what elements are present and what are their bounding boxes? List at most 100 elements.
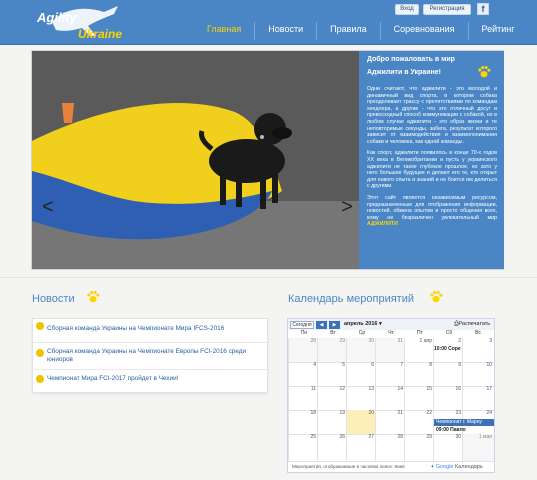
google-logo-text: Google <box>435 464 454 470</box>
calendar-toolbar: Сегодня ◀ ▶ апрель 2016 ▾ ⎙Распечатать <box>288 319 494 330</box>
calendar-print-button[interactable]: ⎙Распечатать <box>454 321 490 328</box>
calendar-day[interactable]: 12 <box>317 386 347 411</box>
calendar-event[interactable]: 09:00 Павло <box>436 427 466 433</box>
weekday-label: Вс <box>475 330 481 336</box>
calendar-day[interactable]: 3 <box>462 338 494 363</box>
calendar-day[interactable]: 28 <box>288 338 318 363</box>
welcome-title-line1: Добро пожаловать в мир <box>367 56 455 63</box>
news-item[interactable]: Сборная команда Украины на Чемпионате Ев… <box>33 343 269 370</box>
slider-next-arrow[interactable]: > <box>339 196 355 218</box>
facebook-icon[interactable]: f <box>477 3 489 15</box>
news-link[interactable]: Чемпионат Мира FCI-2017 пройдет в Чехии! <box>47 375 262 383</box>
calendar-day[interactable]: 1 мая <box>462 434 494 462</box>
calendar-section-title: Календарь мероприятий <box>288 293 414 305</box>
calendar-day[interactable]: 7 <box>375 362 405 387</box>
calendar-event[interactable]: Чемпионат г. Марну <box>434 419 494 426</box>
main-nav: Главная Новости Правила Соревнования Рей… <box>194 22 528 40</box>
calendar-day[interactable]: 8 <box>404 362 434 387</box>
calendar-today-button[interactable]: Сегодня <box>290 321 314 329</box>
calendar-day[interactable]: 17 <box>462 386 494 411</box>
paw-icon <box>430 290 443 303</box>
news-section-title: Новости <box>32 293 75 305</box>
paw-icon <box>478 65 491 78</box>
welcome-title-line2: Аджилити в Украине! <box>367 69 441 76</box>
logo-text-agility: Agility <box>37 10 77 25</box>
calendar-timezone-note: Мероприятия, отображаемые в часовом пояс… <box>292 464 405 469</box>
chevron-down-icon: ▾ <box>378 321 382 327</box>
welcome-panel: Добро пожаловать в мир Аджилити в Украин… <box>359 51 504 269</box>
calendar-day[interactable]: 13 <box>346 386 376 411</box>
logo-text-ukraine: Ukraine <box>78 27 123 41</box>
calendar-day[interactable]: 30 <box>346 338 376 363</box>
weekday-label: Сб <box>445 330 453 336</box>
calendar-day[interactable]: 29 <box>404 434 434 462</box>
calendar-day[interactable]: 19 <box>317 410 347 435</box>
calendar-day[interactable]: 18 <box>288 410 318 435</box>
news-bullet-icon <box>36 349 44 357</box>
register-button[interactable]: Регистрация <box>423 4 471 15</box>
calendar-month-text: апрель 2016 <box>344 321 378 327</box>
calendar-day[interactable]: 30 <box>433 434 463 462</box>
hero-slider: < > Добро пожаловать в мир Аджилити в Ук… <box>31 50 504 270</box>
events-calendar: Сегодня ◀ ▶ апрель 2016 ▾ ⎙Распечатать П… <box>287 318 495 473</box>
calendar-day[interactable]: 5 <box>317 362 347 387</box>
calendar-day[interactable]: 14 <box>375 386 405 411</box>
news-item[interactable]: Сборная команда Украины на Чемпионате Ми… <box>33 319 269 343</box>
news-list: Сборная команда Украины на Чемпионате Ми… <box>32 318 269 393</box>
calendar-day[interactable]: 31 <box>375 338 405 363</box>
calendar-day[interactable]: 16 <box>433 386 463 411</box>
google-calendar-label: Календарь <box>455 464 483 470</box>
nav-home[interactable]: Главная <box>194 22 254 40</box>
weekday-label: Пн <box>300 330 308 336</box>
calendar-day[interactable]: 10 <box>462 362 494 387</box>
login-button[interactable]: Вход <box>395 4 419 15</box>
header: Agility Ukraine Вход Регистрация f Главн… <box>0 0 537 45</box>
nav-news[interactable]: Новости <box>254 22 316 40</box>
calendar-day[interactable]: 4 <box>288 362 318 387</box>
google-calendar-link[interactable]: + Google Календарь <box>431 464 483 470</box>
welcome-paragraph: Одни считают, что аджилити - это молодой… <box>367 86 497 145</box>
calendar-footer: Мероприятия, отображаемые в часовом пояс… <box>288 462 494 472</box>
calendar-day[interactable]: 15 <box>404 386 434 411</box>
welcome-paragraph: Как спорт, аджилити появилось в конце 70… <box>367 150 497 190</box>
calendar-next-icon[interactable]: ▶ <box>329 321 340 329</box>
welcome-paragraph: Этот сайт является независимым ресурсом,… <box>367 195 497 228</box>
hero-photo-scene <box>32 51 359 269</box>
calendar-day[interactable]: 21 <box>375 410 405 435</box>
hero-photo: < > <box>32 51 359 269</box>
weekday-label: Чт <box>388 330 394 336</box>
welcome-highlight: АДЖИЛИТИ <box>367 221 398 228</box>
calendar-prev-icon[interactable]: ◀ <box>316 321 327 329</box>
calendar-day[interactable]: 26 <box>317 434 347 462</box>
calendar-day[interactable]: 11 <box>288 386 318 411</box>
calendar-day[interactable]: 25 <box>288 434 318 462</box>
calendar-day[interactable]: 1 апр <box>404 338 434 363</box>
calendar-day-today[interactable]: 20 <box>346 410 376 435</box>
welcome-paragraph-text: Этот сайт является независимым ресурсом,… <box>367 194 497 221</box>
calendar-event[interactable]: 10:00 Соре <box>434 346 464 352</box>
paw-icon <box>87 290 100 303</box>
calendar-grid: 28 29 30 31 1 апр 2 3 10:00 Соре 4 5 6 7… <box>288 338 494 462</box>
nav-competitions[interactable]: Соревнования <box>379 22 468 40</box>
calendar-month-label[interactable]: апрель 2016 ▾ <box>344 321 382 327</box>
slider-prev-arrow[interactable]: < <box>40 196 56 218</box>
nav-rating[interactable]: Рейтинг <box>467 22 528 40</box>
site-logo[interactable]: Agility Ukraine <box>34 2 126 42</box>
calendar-day[interactable]: 6 <box>346 362 376 387</box>
nav-rules[interactable]: Правила <box>316 22 380 40</box>
calendar-day[interactable]: 27 <box>346 434 376 462</box>
news-link[interactable]: Сборная команда Украины на Чемпионате Ев… <box>47 348 262 364</box>
calendar-day[interactable]: 22 <box>404 410 434 435</box>
divider <box>0 277 537 278</box>
calendar-day[interactable]: 29 <box>317 338 347 363</box>
news-item[interactable]: Чемпионат Мира FCI-2017 пройдет в Чехии! <box>33 370 269 393</box>
calendar-day[interactable]: 28 <box>375 434 405 462</box>
weekday-label: Вт <box>330 330 336 336</box>
news-link[interactable]: Сборная команда Украины на Чемпионате Ми… <box>47 325 262 333</box>
calendar-print-label: Распечатать <box>458 321 491 327</box>
plus-icon: + <box>431 464 435 470</box>
news-bullet-icon <box>36 375 44 383</box>
weekday-label: Ср <box>358 330 366 336</box>
welcome-text: Одни считают, что аджилити - это молодой… <box>367 86 497 264</box>
calendar-day[interactable]: 9 <box>433 362 463 387</box>
